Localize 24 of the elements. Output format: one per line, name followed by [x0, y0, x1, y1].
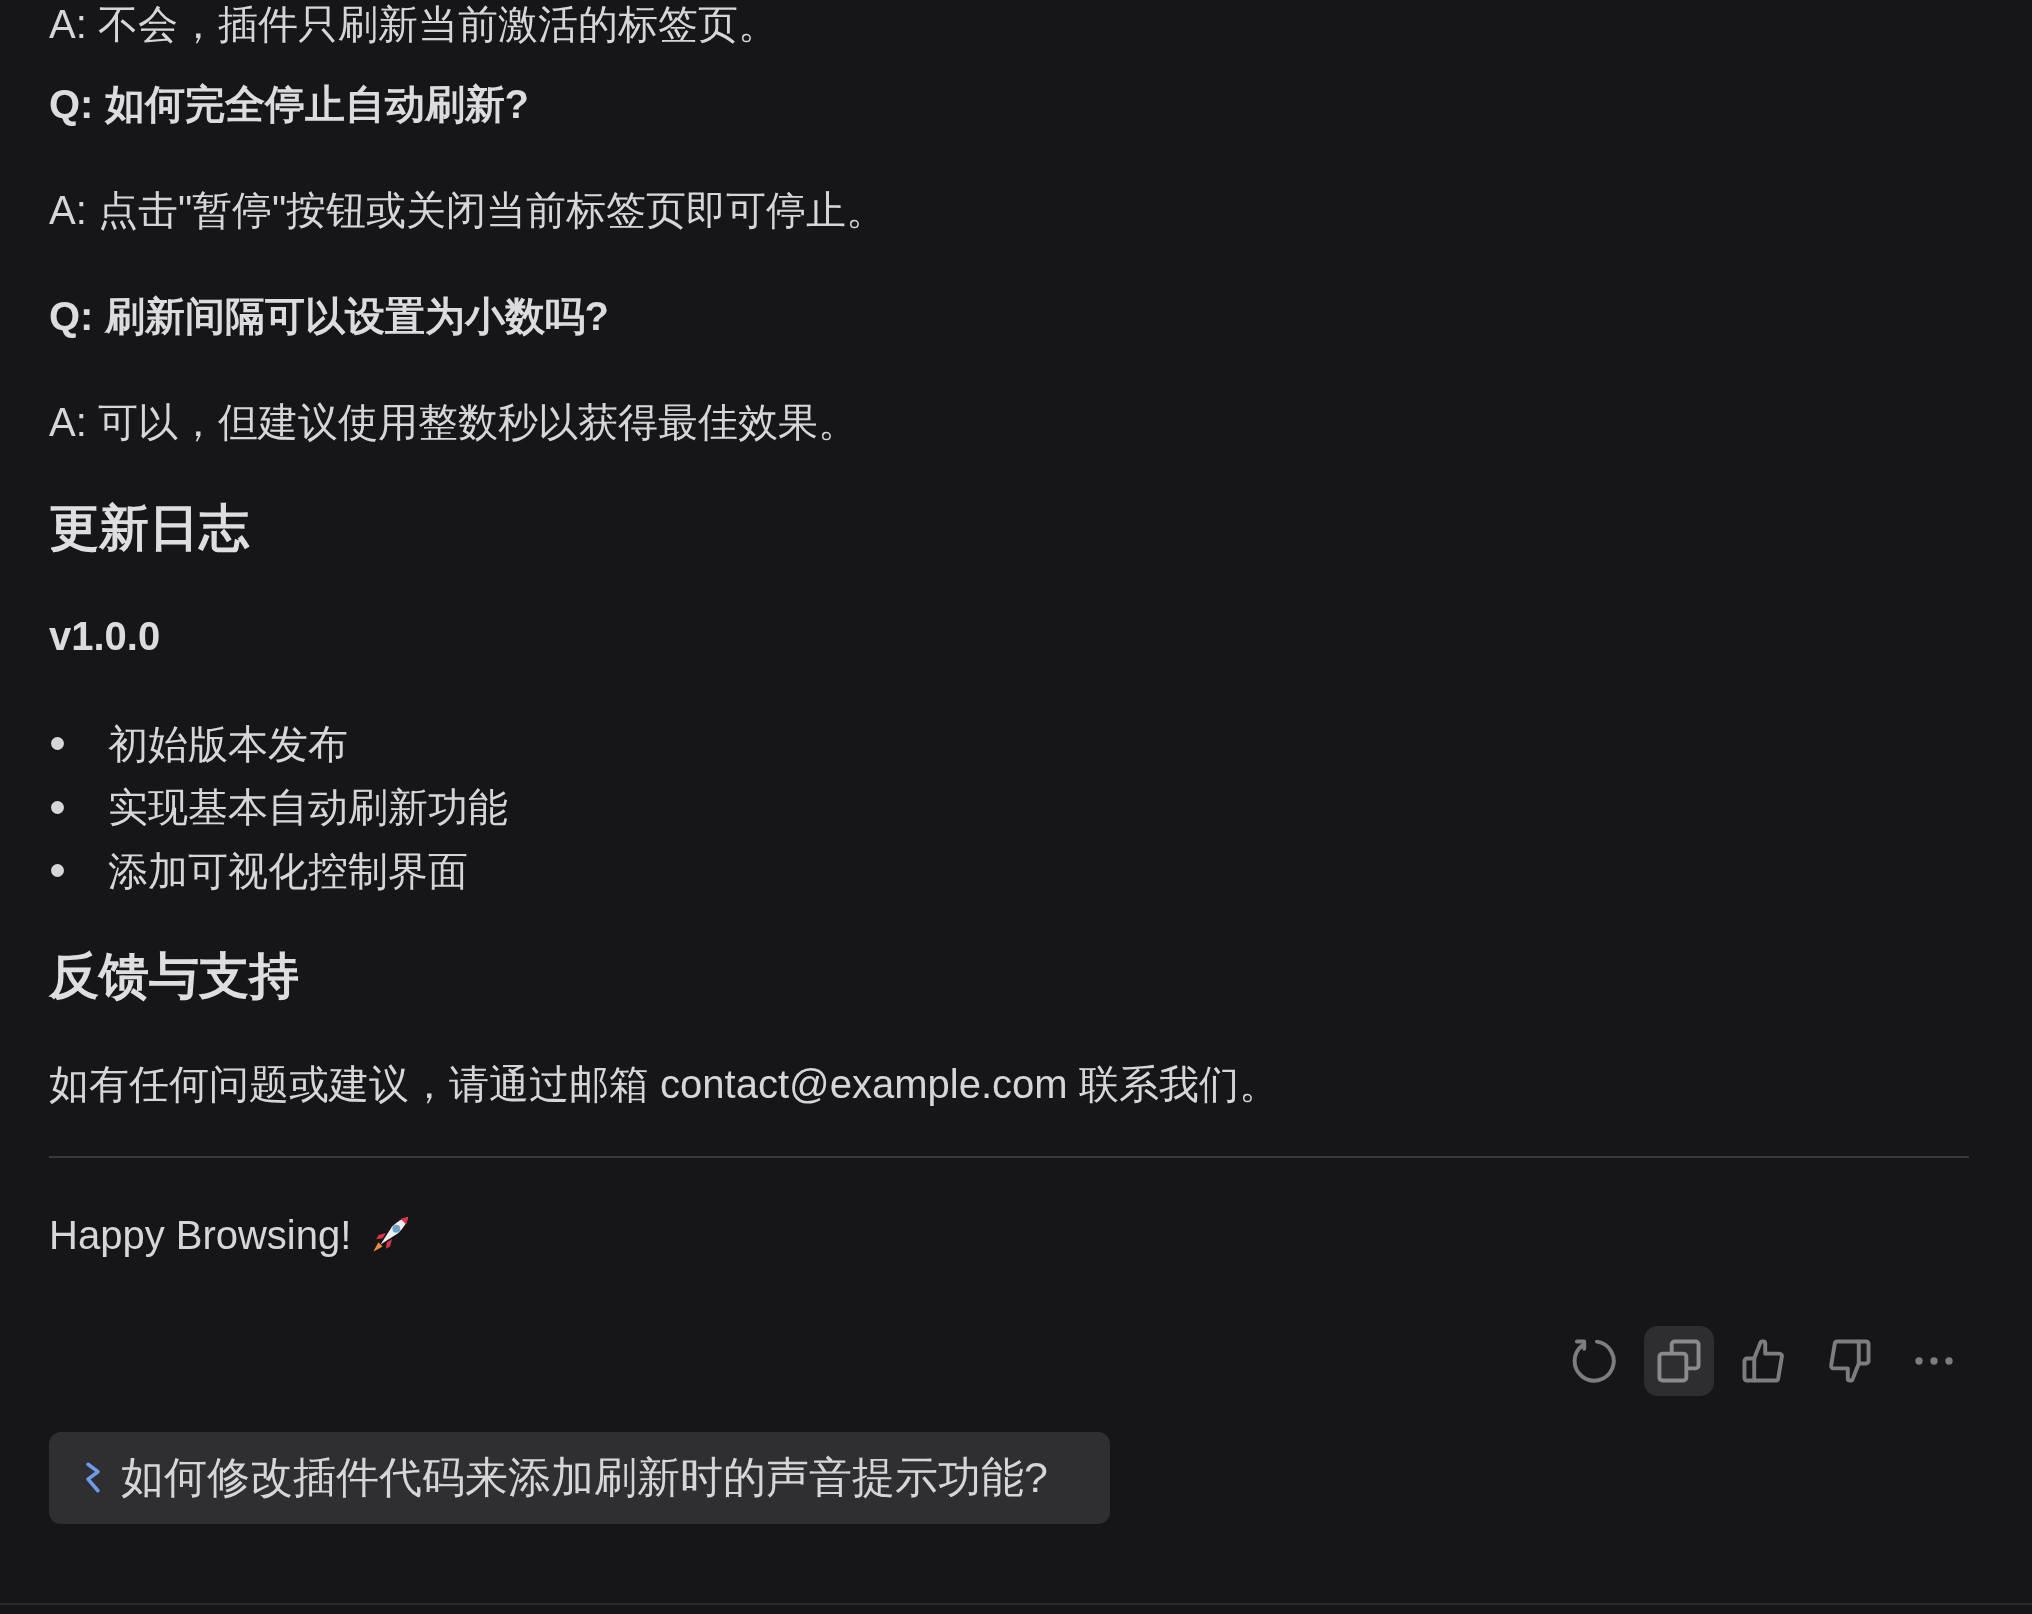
contact-text: 如有任何问题或建议，请通过邮箱 contact@example.com 联系我们。 — [49, 1060, 1279, 1108]
refresh-icon — [1572, 1338, 1616, 1383]
squiggle-icon — [83, 1461, 103, 1494]
list-item-text: 初始版本发布 — [108, 720, 348, 768]
faq-answer: A: 可以，但建议使用整数秒以获得最佳效果。 — [49, 399, 858, 446]
section-heading: 反馈与支持 — [49, 946, 299, 1006]
faq-answer: A: 不会，插件只刷新当前激活的标签页。 — [49, 1, 778, 48]
more-icon — [1914, 1355, 1954, 1366]
bullet-icon — [51, 737, 64, 751]
faq-answer: A: 点击"暂停"按钮或关闭当前标签页即可停止。 — [49, 187, 887, 234]
faq-question: Q: 如何完全停止自动刷新? — [49, 81, 529, 128]
faq-question: Q: 刷新间隔可以设置为小数吗? — [49, 293, 609, 340]
list-item-text: 添加可视化控制界面 — [108, 847, 468, 895]
thumbs-up-icon — [1742, 1338, 1786, 1383]
section-heading: 更新日志 — [49, 499, 249, 558]
list-item-text: 实现基本自动刷新功能 — [108, 784, 508, 832]
thumbs-down-icon — [1827, 1338, 1871, 1383]
bullet-icon — [51, 800, 64, 814]
suggestion-button[interactable]: 如何修改插件代码来添加刷新时的声音提示功能? — [49, 1431, 1110, 1524]
bullet-icon — [51, 864, 64, 878]
closing-text: Happy Browsing! — [49, 1211, 352, 1259]
copy-icon — [1657, 1338, 1701, 1383]
version-heading: v1.0.0 — [49, 613, 161, 660]
copy-button[interactable] — [1644, 1325, 1714, 1396]
